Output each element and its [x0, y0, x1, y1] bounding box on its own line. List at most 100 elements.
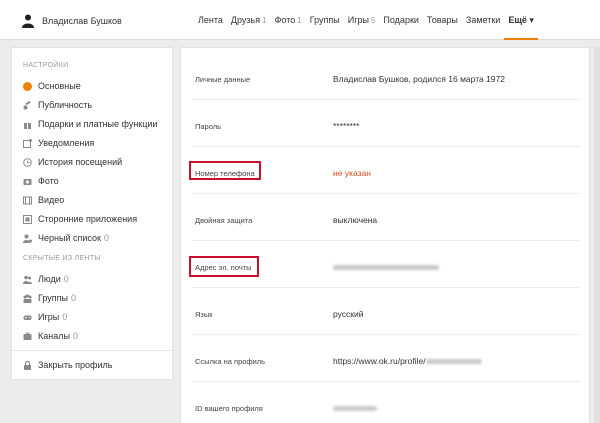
sidebar-item-label: Группы — [38, 293, 68, 303]
profile-link-text: https://www.ok.ru/profile/ — [333, 356, 426, 366]
sidebar-divider — [12, 350, 174, 351]
nav-groups-label: Группы — [309, 15, 340, 25]
blocked-user-icon — [23, 234, 32, 243]
row-value: ******** — [333, 121, 360, 131]
lock-icon — [24, 360, 31, 370]
history-icon — [23, 157, 32, 167]
nav-gifts-label: Подарки — [383, 15, 419, 25]
settings-row-language[interactable]: Язык русский — [181, 288, 591, 335]
hidden-people-count: 0 — [63, 274, 69, 284]
channels-icon — [23, 331, 32, 340]
sidebar-item-hidden-people[interactable]: Люди 0 — [23, 272, 69, 286]
sidebar-item-label: Люди — [38, 274, 61, 284]
sidebar-item-publicity[interactable]: Публичность — [23, 98, 92, 112]
nav-goods-label: Товары — [426, 15, 458, 25]
sidebar-item-label: Подарки и платные функции — [38, 119, 158, 129]
gift-icon — [24, 120, 31, 129]
sidebar-item-label: История посещений — [38, 157, 123, 167]
blurred-email — [333, 265, 439, 271]
blurred-profile-id — [425, 359, 482, 365]
nav-friends[interactable]: Друзья 1 — [227, 0, 271, 40]
sidebar-item-apps[interactable]: Сторонние приложения — [23, 212, 137, 226]
row-value: выключена — [333, 215, 378, 225]
row-value: Владислав Бушков, родился 16 марта 1972 — [333, 74, 505, 84]
row-value: https://www.ok.ru/profile/ — [333, 356, 482, 366]
sidebar-item-video[interactable]: Видео — [23, 193, 64, 207]
nav-photos-count: 1 — [297, 16, 302, 25]
nav-games[interactable]: Игры 5 — [344, 0, 380, 40]
nav-games-label: Игры — [347, 15, 369, 25]
nav-groups[interactable]: Группы — [306, 0, 344, 40]
gear-icon — [23, 81, 32, 91]
nav-friends-label: Друзья — [230, 15, 261, 25]
user-avatar-icon — [22, 14, 34, 28]
hidden-heading: СКРЫТЫЕ ИЗ ЛЕНТЫ — [23, 255, 101, 262]
row-value: русский — [333, 309, 364, 319]
sidebar-item-label: Видео — [38, 195, 65, 205]
close-profile-button[interactable]: Закрыть профиль — [23, 358, 112, 372]
settings-panel: Личные данные Владислав Бушков, родился … — [180, 47, 590, 423]
sidebar-item-label: Основные — [38, 81, 81, 91]
sidebar-item-hidden-channels[interactable]: Каналы 0 — [23, 329, 78, 343]
nav-goods[interactable]: Товары — [423, 0, 462, 40]
camera-icon — [23, 178, 32, 185]
row-label: Пароль — [195, 122, 222, 131]
row-label: ID вашего профиля — [195, 404, 263, 413]
sidebar-item-label: Игры — [38, 312, 60, 322]
nav-feed-label: Лента — [198, 15, 223, 25]
user-name: Владислав Бушков — [42, 16, 122, 26]
settings-heading: НАСТРОЙКИ — [23, 62, 69, 69]
notification-icon — [23, 138, 32, 148]
sidebar-item-history[interactable]: История посещений — [23, 155, 122, 169]
settings-row-profile-link[interactable]: Ссылка на профиль https://www.ok.ru/prof… — [181, 335, 591, 382]
top-bar: Владислав Бушков Лента Друзья 1 Фото 1 Гру… — [0, 0, 600, 40]
phone-highlight-box — [189, 161, 261, 180]
row-value — [333, 403, 377, 413]
sidebar-item-gifts[interactable]: Подарки и платные функции — [23, 117, 157, 131]
sidebar-item-label: Уведомления — [38, 138, 95, 148]
sidebar-item-blacklist[interactable]: Черный список 0 — [23, 231, 109, 245]
nav-more-label: Ещё ▾ — [508, 15, 534, 25]
scrollbar-track[interactable] — [594, 47, 600, 423]
email-highlight-box — [189, 256, 259, 277]
hidden-channels-count: 0 — [72, 331, 78, 341]
nav-gifts[interactable]: Подарки — [379, 0, 423, 40]
row-value — [333, 262, 439, 272]
row-label: Двойная защита — [195, 216, 253, 225]
sidebar-item-hidden-groups[interactable]: Группы 0 — [23, 291, 76, 305]
nav-notes-label: Заметки — [465, 15, 501, 25]
people-icon — [23, 275, 32, 284]
row-label: Язык — [195, 310, 213, 319]
nav-more[interactable]: Ещё ▾ — [504, 0, 538, 40]
settings-sidebar: НАСТРОЙКИ Основные Публичность Подарки и… — [11, 47, 174, 380]
blacklist-count: 0 — [103, 233, 109, 243]
sidebar-item-main[interactable]: Основные — [23, 79, 81, 93]
sidebar-item-hidden-games[interactable]: Игры 0 — [23, 310, 67, 324]
sidebar-item-label: Закрыть профиль — [38, 360, 113, 370]
sidebar-item-notifications[interactable]: Уведомления — [23, 136, 94, 150]
sidebar-item-label: Публичность — [38, 100, 93, 110]
sidebar-item-label: Сторонние приложения — [38, 214, 138, 224]
sidebar-item-photo[interactable]: Фото — [23, 174, 59, 188]
row-label: Ссылка на профиль — [195, 357, 266, 366]
nav-notes[interactable]: Заметки — [462, 0, 504, 40]
nav-photos-label: Фото — [274, 15, 296, 25]
nav-games-count: 5 — [370, 16, 376, 25]
nav-feed[interactable]: Лента — [194, 0, 227, 40]
groups-icon — [23, 293, 32, 303]
settings-row-profile-id[interactable]: ID вашего профиля — [181, 382, 591, 423]
settings-row-personal-data[interactable]: Личные данные Владислав Бушков, родился … — [181, 53, 591, 100]
sidebar-item-label: Каналы — [38, 331, 70, 341]
gamepad-icon — [23, 315, 32, 320]
nav-photos[interactable]: Фото 1 — [271, 0, 306, 40]
settings-row-two-factor[interactable]: Двойная защита выключена — [181, 194, 591, 241]
row-value: не указан — [333, 168, 371, 178]
nav-friends-count: 1 — [262, 16, 267, 25]
apps-icon — [23, 214, 32, 224]
user-profile-link[interactable]: Владислав Бушков — [22, 14, 122, 28]
hidden-groups-count: 0 — [71, 293, 77, 303]
settings-row-password[interactable]: Пароль ******** — [181, 100, 591, 147]
blurred-profile-id — [333, 406, 377, 412]
hidden-games-count: 0 — [62, 312, 68, 322]
video-icon — [23, 196, 32, 204]
